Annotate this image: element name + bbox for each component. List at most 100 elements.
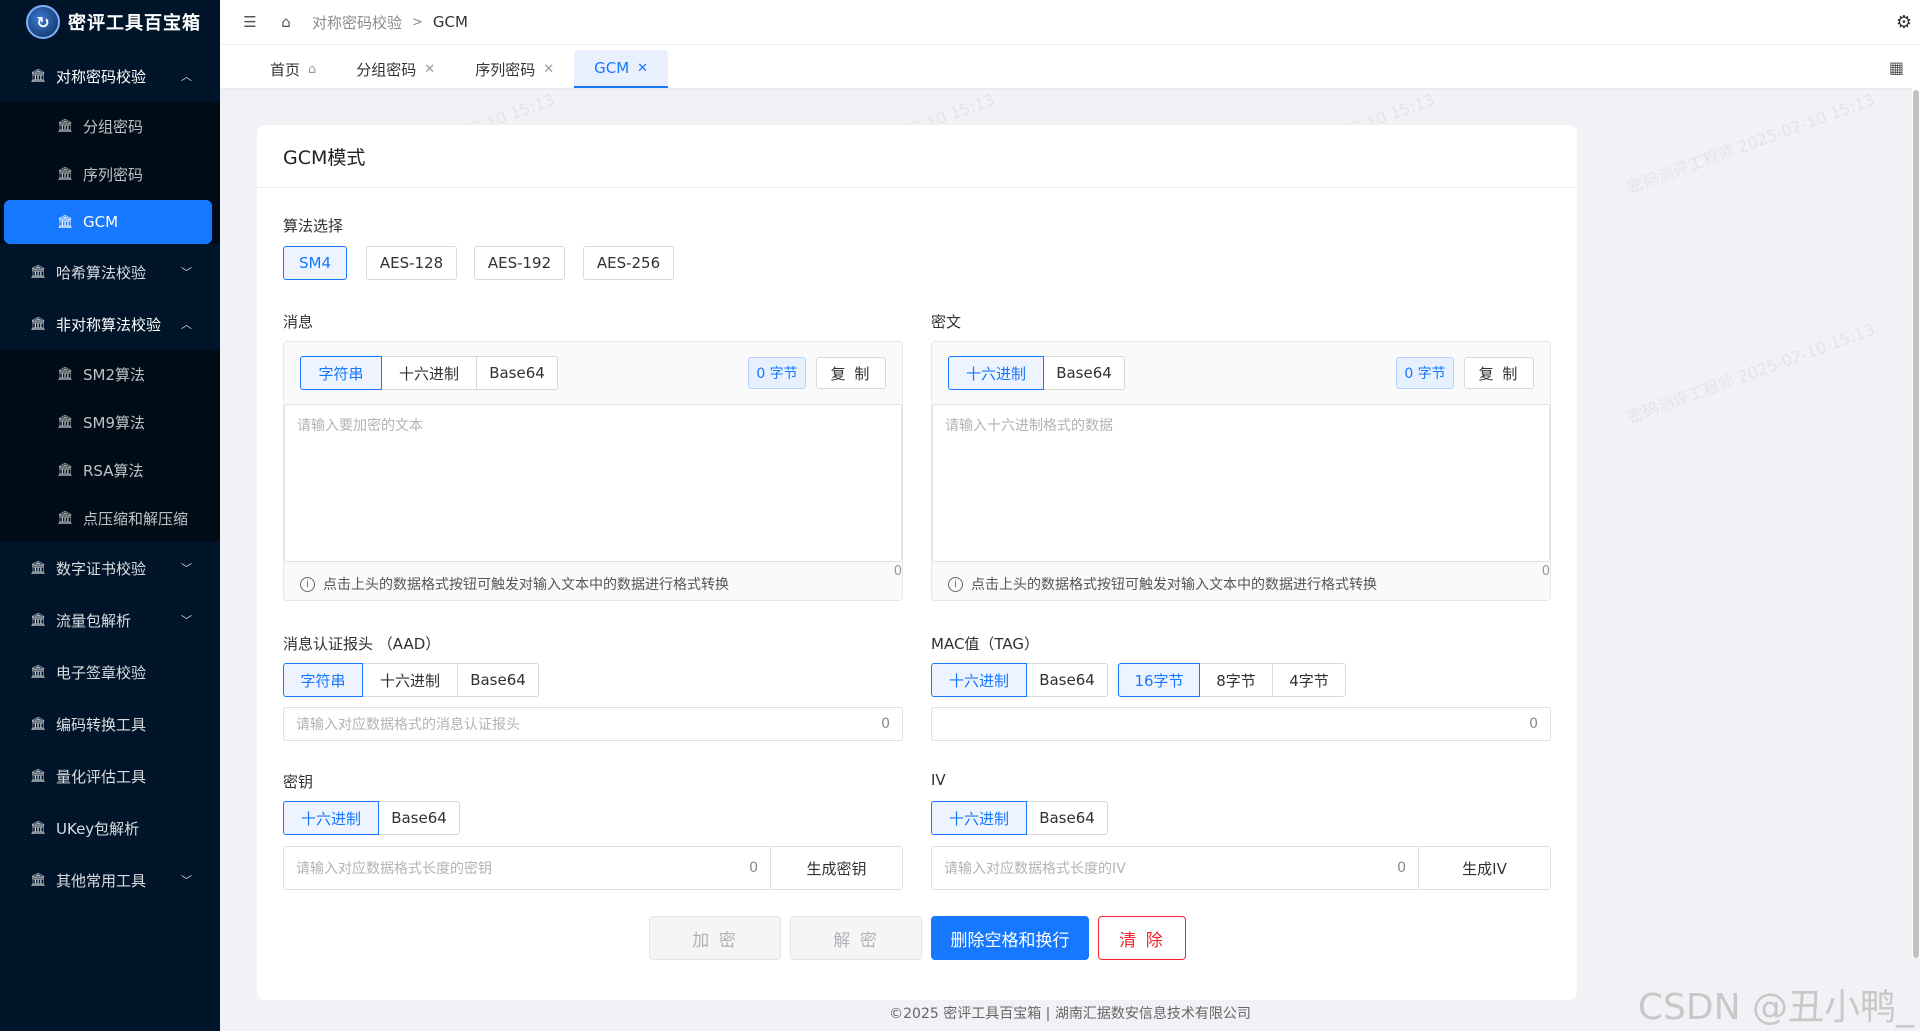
- tab-label: GCM: [594, 59, 630, 77]
- sidebar-item-stream-cipher[interactable]: 🏛 序列密码: [0, 150, 220, 198]
- sidebar-group-pcap[interactable]: 🏛 流量包解析 ﹀: [0, 594, 220, 646]
- format-base64-button[interactable]: Base64: [1043, 356, 1125, 390]
- close-icon[interactable]: ✕: [543, 62, 554, 77]
- generate-key-button[interactable]: 生成密钥: [770, 847, 902, 889]
- sidebar-group-ukey[interactable]: 🏛 UKey包解析: [0, 802, 220, 854]
- tab-label: 首页: [270, 60, 301, 79]
- sidebar-group-esign[interactable]: 🏛 电子签章校验: [0, 646, 220, 698]
- tag-length-16-button[interactable]: 16字节: [1118, 663, 1200, 697]
- tag-length-4-button[interactable]: 4字节: [1272, 663, 1346, 697]
- sidebar-item-label: 序列密码: [83, 165, 144, 184]
- algo-aes192-button[interactable]: AES-192: [474, 246, 565, 280]
- algo-aes256-button[interactable]: AES-256: [583, 246, 674, 280]
- bank-icon: 🏛: [57, 414, 74, 430]
- scrollbar-thumb[interactable]: [1913, 90, 1919, 958]
- format-base64-button[interactable]: Base64: [476, 356, 558, 390]
- sidebar-group-label: 哈希算法校验: [56, 263, 147, 282]
- bank-icon: 🏛: [57, 166, 74, 182]
- generate-iv-button[interactable]: 生成IV: [1418, 847, 1550, 889]
- format-hex-button[interactable]: 十六进制: [931, 663, 1027, 697]
- sidebar-item-sm9[interactable]: 🏛 SM9算法: [0, 398, 220, 446]
- key-format-group: 十六进制 Base64: [283, 801, 460, 835]
- key-input[interactable]: 请输入对应数据格式长度的密钥 0: [284, 847, 770, 889]
- cipher-char-count: 0: [1541, 564, 1550, 579]
- tab-stream-cipher[interactable]: 序列密码 ✕: [455, 50, 574, 88]
- key-input-group: 请输入对应数据格式长度的密钥 0 生成密钥: [283, 846, 903, 890]
- iv-label: IV: [931, 771, 946, 789]
- aad-input[interactable]: 请输入对应数据格式的消息认证报头 0: [283, 707, 903, 741]
- sidebar-group-label: 非对称算法校验: [56, 315, 162, 334]
- sidebar-group-hash[interactable]: 🏛 哈希算法校验 ﹀: [0, 246, 220, 298]
- sidebar-group-encoding[interactable]: 🏛 编码转换工具: [0, 698, 220, 750]
- grid-icon[interactable]: ▦: [1889, 58, 1904, 77]
- clear-button[interactable]: 清 除: [1098, 916, 1186, 960]
- sidebar-group-other[interactable]: 🏛 其他常用工具 ﹀: [0, 854, 220, 906]
- format-string-button[interactable]: 字符串: [300, 356, 382, 390]
- format-hex-button[interactable]: 十六进制: [283, 801, 379, 835]
- format-hex-button[interactable]: 十六进制: [381, 356, 477, 390]
- sidebar-group-cert[interactable]: 🏛 数字证书校验 ﹀: [0, 542, 220, 594]
- sidebar-group-quantify[interactable]: 🏛 量化评估工具: [0, 750, 220, 802]
- tag-length-8-button[interactable]: 8字节: [1199, 663, 1273, 697]
- decrypt-button[interactable]: 解 密: [790, 916, 922, 960]
- close-icon[interactable]: ✕: [424, 62, 435, 77]
- sidebar-item-sm2[interactable]: 🏛 SM2算法: [0, 350, 220, 398]
- message-hint: i 点击上头的数据格式按钮可触发对输入文本中的数据进行格式转换: [300, 574, 729, 594]
- home-icon[interactable]: ⌂: [278, 13, 294, 31]
- sidebar-group-label: 对称密码校验: [56, 67, 147, 86]
- format-hex-button[interactable]: 十六进制: [362, 663, 458, 697]
- sidebar-item-label: 点压缩和解压缩: [83, 509, 189, 528]
- tab-bar: 首页 ⌂ 分组密码 ✕ 序列密码 ✕ GCM ✕ ▦: [220, 44, 1920, 88]
- scrollbar[interactable]: [1912, 88, 1920, 958]
- format-hex-button[interactable]: 十六进制: [931, 801, 1027, 835]
- byte-count-badge: 0 字节: [748, 357, 806, 389]
- sidebar-item-label: SM2算法: [83, 365, 146, 384]
- menu-fold-icon[interactable]: ☰: [242, 13, 258, 31]
- format-base64-button[interactable]: Base64: [1026, 663, 1108, 697]
- sidebar-group-symmetric[interactable]: 🏛 对称密码校验 ︿: [0, 50, 220, 102]
- format-hex-button[interactable]: 十六进制: [948, 356, 1044, 390]
- gear-icon[interactable]: ⚙: [1896, 12, 1912, 33]
- sidebar-item-point-compress[interactable]: 🏛 点压缩和解压缩: [0, 494, 220, 542]
- watermark: 密码测评工程师 2025-02-10 15:13: [1625, 89, 1878, 198]
- message-panel: 字符串 十六进制 Base64 0 字节 复 制 请输入要加密的文本 i 点击上头…: [283, 341, 903, 601]
- message-textarea[interactable]: 请输入要加密的文本: [284, 404, 902, 562]
- sidebar-group-asymmetric[interactable]: 🏛 非对称算法校验 ︿: [0, 298, 220, 350]
- bank-icon: 🏛: [30, 664, 47, 680]
- breadcrumb-current: GCM: [432, 13, 468, 31]
- cipher-label: 密文: [931, 313, 962, 331]
- encrypt-button[interactable]: 加 密: [649, 916, 781, 960]
- algo-sm4-button[interactable]: SM4: [283, 246, 347, 280]
- cipher-textarea[interactable]: 请输入十六进制格式的数据: [932, 404, 1550, 562]
- chevron-down-icon: ﹀: [181, 614, 192, 627]
- message-format-group: 字符串 十六进制 Base64: [300, 356, 558, 390]
- topbar: ☰ ⌂ 对称密码校验 > GCM ⚙: [220, 0, 1920, 44]
- format-string-button[interactable]: 字符串: [283, 663, 363, 697]
- algo-aes128-button[interactable]: AES-128: [366, 246, 457, 280]
- bank-icon: 🏛: [30, 316, 47, 332]
- sidebar-item-label: SM9算法: [83, 413, 146, 432]
- sidebar-item-gcm[interactable]: 🏛 GCM: [4, 200, 212, 244]
- tag-label: MAC值（TAG）: [931, 635, 1040, 653]
- iv-input[interactable]: 请输入对应数据格式长度的IV 0: [932, 847, 1418, 889]
- format-base64-button[interactable]: Base64: [378, 801, 460, 835]
- copy-button[interactable]: 复 制: [816, 357, 886, 389]
- strip-whitespace-button[interactable]: 删除空格和换行: [931, 916, 1089, 960]
- copy-button[interactable]: 复 制: [1464, 357, 1534, 389]
- sidebar-item-rsa[interactable]: 🏛 RSA算法: [0, 446, 220, 494]
- tab-block-cipher[interactable]: 分组密码 ✕: [336, 50, 455, 88]
- sidebar-item-label: 分组密码: [83, 117, 144, 136]
- key-placeholder: 请输入对应数据格式长度的密钥: [296, 861, 492, 877]
- tab-home[interactable]: 首页 ⌂: [250, 50, 336, 88]
- logo[interactable]: ↻ 密评工具百宝箱: [0, 0, 220, 44]
- sidebar-group-label: 编码转换工具: [56, 715, 147, 734]
- tab-gcm[interactable]: GCM ✕: [574, 50, 669, 88]
- tag-input[interactable]: 0: [931, 707, 1551, 741]
- format-base64-button[interactable]: Base64: [457, 663, 539, 697]
- format-base64-button[interactable]: Base64: [1026, 801, 1108, 835]
- sidebar-group-label: 流量包解析: [56, 611, 132, 630]
- breadcrumb-parent[interactable]: 对称密码校验: [312, 12, 402, 33]
- close-icon[interactable]: ✕: [637, 61, 648, 76]
- chevron-down-icon: ﹀: [181, 562, 192, 575]
- sidebar-item-block-cipher[interactable]: 🏛 分组密码: [0, 102, 220, 150]
